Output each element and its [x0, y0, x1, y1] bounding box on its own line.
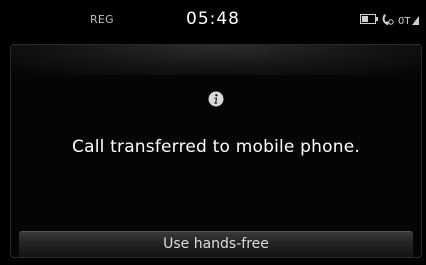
battery-icon [360, 14, 378, 24]
notification-popup: Call transferred to mobile phone. Use ha… [10, 44, 422, 258]
info-icon [208, 91, 224, 107]
signal-icon: 0T [398, 13, 420, 26]
use-hands-free-button[interactable]: Use hands-free [19, 231, 413, 257]
popup-message: Call transferred to mobile phone. [72, 137, 360, 157]
status-bar: REG 05:48 0T [0, 0, 426, 40]
status-icons: 0T [360, 12, 420, 26]
status-label: REG [90, 13, 114, 26]
svg-text:0T: 0T [398, 16, 411, 26]
head-unit-screen: REG 05:48 0T Call transferred to mobile … [0, 0, 426, 265]
popup-header [11, 45, 421, 75]
clock: 05:48 [186, 9, 240, 29]
phone-bluetooth-icon [382, 13, 394, 26]
